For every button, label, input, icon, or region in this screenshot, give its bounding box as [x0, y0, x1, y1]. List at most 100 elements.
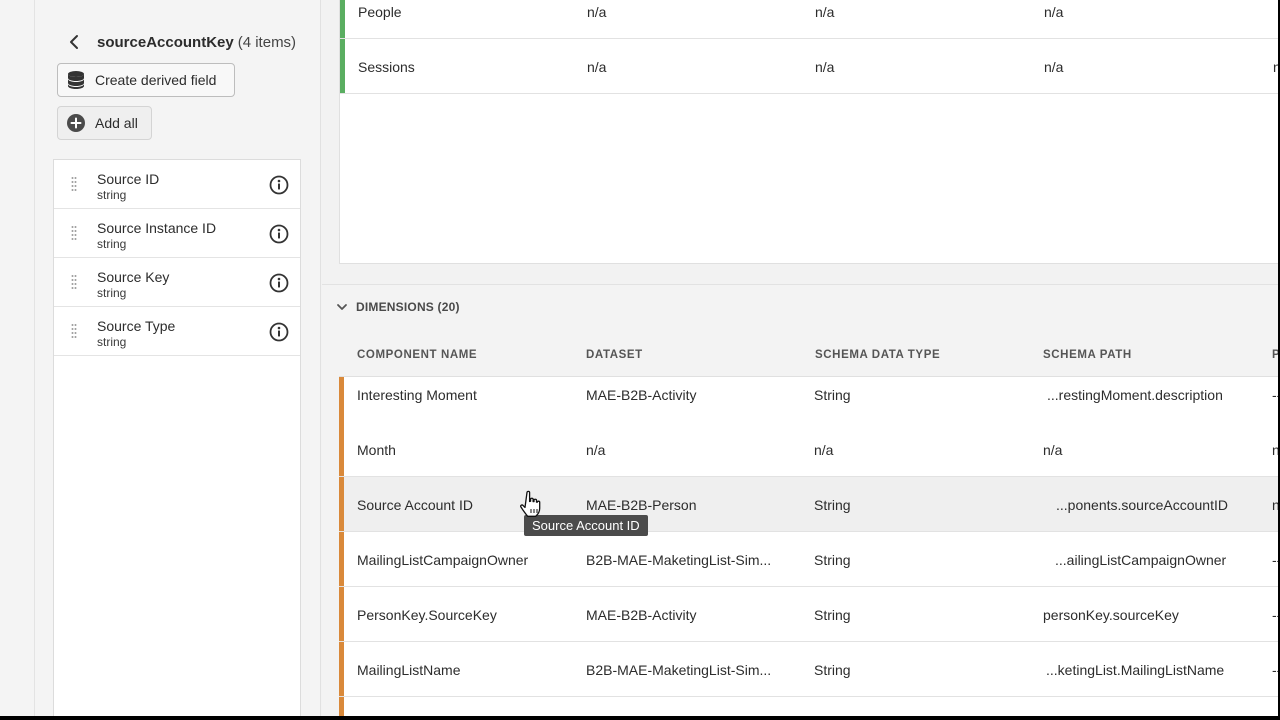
schema-path: ...ketingList.MailingListName — [1046, 662, 1225, 678]
hand-pointer-icon — [520, 490, 541, 517]
table-row[interactable]: MailingListCampaignOwner B2B-MAE-Maketin… — [339, 532, 1278, 587]
extra-column: n — [1272, 442, 1278, 458]
table-row[interactable]: MailingListName B2B-MAE-MaketingList-Sim… — [339, 642, 1278, 697]
panel-title: sourceAccountKey — [97, 33, 234, 51]
info-icon[interactable] — [269, 322, 289, 342]
field-type: string — [97, 335, 127, 349]
info-icon[interactable] — [269, 273, 289, 293]
dimensions-toggle[interactable]: DIMENSIONS (20) — [336, 300, 460, 314]
left-rail — [0, 0, 35, 716]
component-name: Interesting Moment — [357, 387, 477, 403]
field-drilldown-panel: sourceAccountKey (4 items) Create derive… — [35, 0, 321, 716]
table-row[interactable]: Sessions n/a n/a n/a n — [340, 39, 1278, 94]
field-item[interactable]: Source Key string — [54, 258, 300, 307]
dataset: B2B-MAE-MaketingList-Sim... — [586, 552, 772, 568]
extra-column: n — [1272, 497, 1278, 513]
metrics-table: People n/a n/a n/a Sessions n/a n/a n/a … — [339, 0, 1278, 264]
create-derived-field-label: Create derived field — [95, 72, 217, 88]
field-name: Source Instance ID — [97, 220, 217, 236]
field-name: Source Key — [97, 269, 170, 285]
field-item[interactable]: Source Type string — [54, 307, 300, 356]
table-row[interactable] — [339, 697, 1278, 716]
dimension-color-bar — [339, 587, 344, 641]
dataset: n/a — [586, 442, 606, 458]
component-name: Month — [357, 442, 396, 458]
field-item[interactable]: Source Instance ID string — [54, 209, 300, 258]
info-icon[interactable] — [269, 224, 289, 244]
schema-path: n/a — [1044, 59, 1064, 75]
panel-header: sourceAccountKey (4 items) — [65, 28, 296, 56]
component-name: Sessions — [358, 59, 415, 75]
app-window: sourceAccountKey (4 items) Create derive… — [0, 0, 1278, 716]
drag-handle-icon[interactable] — [71, 323, 77, 339]
component-name: PersonKey.SourceKey — [357, 607, 497, 623]
extra-column: -- — [1272, 662, 1278, 678]
info-icon[interactable] — [269, 175, 289, 195]
components-main: People n/a n/a n/a Sessions n/a n/a n/a … — [322, 0, 1278, 716]
table-row[interactable]: Source Account ID MAE-B2B-Person String … — [339, 477, 1278, 532]
field-name: Source Type — [97, 318, 176, 334]
metric-color-bar — [340, 0, 345, 38]
field-item[interactable]: Source ID string — [54, 160, 300, 209]
dataset: n/a — [587, 59, 607, 75]
field-list: Source ID string Source Instance ID stri… — [53, 159, 301, 716]
extra-column: -- — [1272, 607, 1278, 623]
field-type: string — [97, 237, 127, 251]
dataset: MAE-B2B-Person — [586, 497, 697, 513]
schema-data-type: String — [814, 497, 851, 513]
field-type: string — [97, 286, 127, 300]
dimensions-header: DIMENSIONS (20) — [356, 300, 460, 314]
field-name: Source ID — [97, 171, 160, 187]
dimensions-table: Interesting Moment MAE-B2B-Activity Stri… — [339, 376, 1278, 716]
schema-data-type: String — [814, 552, 851, 568]
extra-column: -- — [1272, 387, 1278, 403]
schema-path: personKey.sourceKey — [1043, 607, 1179, 623]
database-icon — [68, 71, 84, 89]
extra-column: -- — [1272, 552, 1278, 568]
column-header-schema-path[interactable]: SCHEMA PATH — [1043, 349, 1132, 361]
dimension-color-bar — [339, 642, 344, 696]
dimension-color-bar — [339, 697, 344, 716]
schema-path: n/a — [1043, 442, 1063, 458]
schema-data-type: n/a — [815, 4, 835, 20]
dataset: MAE-B2B-Activity — [586, 387, 697, 403]
table-row[interactable]: PersonKey.SourceKey MAE-B2B-Activity Str… — [339, 587, 1278, 642]
table-row[interactable]: Month n/a n/a n/a n — [339, 422, 1278, 477]
dimensions-section: DIMENSIONS (20) COMPONENT NAME DATASET S… — [322, 284, 1278, 716]
schema-path: ...restingMoment.description — [1047, 387, 1223, 403]
component-name: MailingListCampaignOwner — [357, 552, 529, 568]
chevron-left-icon — [70, 35, 78, 49]
chevron-down-icon — [337, 304, 347, 310]
component-name: Source Account ID — [357, 497, 473, 513]
dimension-color-bar — [339, 532, 344, 586]
schema-path: n/a — [1044, 4, 1064, 20]
drag-handle-icon[interactable] — [71, 176, 77, 192]
column-header-dataset[interactable]: DATASET — [586, 349, 643, 361]
back-button[interactable] — [61, 29, 87, 55]
schema-data-type: String — [814, 662, 851, 678]
dimension-color-bar — [339, 422, 344, 476]
add-all-label: Add all — [95, 115, 138, 131]
extra-column: n — [1273, 59, 1278, 75]
dimension-color-bar — [339, 477, 344, 531]
field-type: string — [97, 188, 127, 202]
dataset: MAE-B2B-Activity — [586, 607, 697, 623]
component-name: People — [358, 4, 402, 20]
add-circle-icon — [67, 114, 85, 132]
schema-path: ...ailingListCampaignOwner — [1055, 552, 1227, 568]
column-header-extra[interactable]: P — [1272, 349, 1278, 361]
create-derived-field-button[interactable]: Create derived field — [57, 63, 235, 97]
schema-data-type: n/a — [814, 442, 834, 458]
schema-path: ...ponents.sourceAccountID — [1056, 497, 1228, 513]
metric-color-bar — [340, 39, 345, 93]
component-name: MailingListName — [357, 662, 461, 678]
add-all-button[interactable]: Add all — [57, 106, 152, 140]
drag-handle-icon[interactable] — [71, 274, 77, 290]
dataset: B2B-MAE-MaketingList-Sim... — [586, 662, 772, 678]
drag-handle-icon[interactable] — [71, 225, 77, 241]
panel-item-count: (4 items) — [237, 33, 297, 51]
schema-data-type: String — [814, 607, 851, 623]
column-header-schema-data-type[interactable]: SCHEMA DATA TYPE — [815, 349, 940, 361]
table-row[interactable]: People n/a n/a n/a — [340, 0, 1278, 39]
column-header-component-name[interactable]: COMPONENT NAME — [357, 349, 477, 361]
